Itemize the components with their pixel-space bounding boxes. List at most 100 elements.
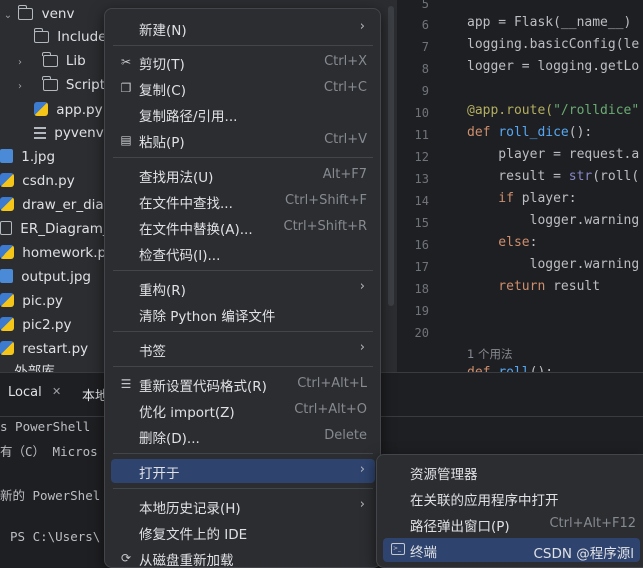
code-text: player: (521, 191, 577, 206)
tree-scrollbar[interactable] (385, 0, 397, 372)
chevron-right-icon: › (359, 462, 365, 477)
python-file-icon (0, 317, 14, 331)
code-line: result = str(roll( (467, 169, 639, 184)
submenu-item-associated-app[interactable]: 在关联的应用程序中打开 (383, 486, 640, 510)
line-number: 19 (414, 304, 429, 318)
chevron-right-icon: › (359, 19, 365, 34)
tree-item-lib[interactable]: › Lib (14, 49, 86, 73)
code-line: logger = logging.getLo (467, 59, 640, 74)
python-file-icon (0, 341, 14, 355)
menu-item-new[interactable]: 新建(N) › (111, 16, 375, 40)
paste-icon: ▤ (120, 133, 132, 147)
python-file-icon (0, 197, 14, 211)
folder-icon (17, 5, 34, 20)
menu-item-open-in[interactable]: 打开于 › (111, 459, 375, 483)
menu-item-local-history[interactable]: 本地历史记录(H) › (111, 494, 375, 518)
menu-item-optimize-imports[interactable]: 优化 import(Z) Ctrl+Alt+O (111, 398, 375, 422)
code-text: result = (467, 169, 569, 184)
keyword: if (467, 191, 522, 206)
submenu-item-terminal[interactable]: >_ 终端 CSDN @程序源l (383, 538, 640, 562)
folder-icon (42, 76, 58, 91)
tree-item-venv[interactable]: ⌄ venv (2, 2, 74, 26)
line-number: 16 (414, 238, 429, 252)
menu-item-repair-ide[interactable]: 修复文件上的 IDE (111, 520, 375, 544)
tree-item-homework-py[interactable]: homework.py (0, 241, 114, 265)
menu-item-copy-path[interactable]: 复制路径/引用... (111, 102, 375, 126)
python-file-icon (34, 102, 48, 116)
tree-item-scripts[interactable]: › Scripts (14, 73, 112, 97)
menu-item-find-in-files[interactable]: 在文件中查找... Ctrl+Shift+F (111, 189, 375, 213)
terminal-icon: >_ (391, 543, 405, 555)
line-number: 9 (421, 84, 429, 98)
function-name: roll_dice (498, 125, 569, 140)
code-line: def roll(): (467, 365, 553, 372)
menu-separator (113, 331, 373, 332)
tree-item-external-libs[interactable]: 外部库 (0, 360, 55, 372)
menu-item-bookmarks[interactable]: 书签 › (111, 337, 375, 361)
menu-separator (113, 488, 373, 489)
menu-item-delete[interactable]: 删除(D)... Delete (111, 424, 375, 448)
usages-hint[interactable]: 1 个用法 (467, 346, 512, 362)
line-number: 14 (414, 194, 429, 208)
python-file-icon (0, 173, 14, 187)
scrollbar-thumb[interactable] (388, 6, 394, 306)
menu-item-cut[interactable]: ✂ 剪切(T) Ctrl+X (111, 50, 375, 74)
image-file-icon (0, 269, 13, 283)
library-icon (0, 364, 6, 372)
folder-icon (33, 28, 49, 43)
code-line: if player: (467, 191, 577, 206)
menu-item-paste[interactable]: ▤ 粘贴(P) Ctrl+V (111, 128, 375, 152)
menu-separator (113, 45, 373, 46)
chevron-right-icon[interactable]: › (14, 75, 26, 99)
tree-item-1-jpg[interactable]: 1.jpg (0, 145, 55, 169)
code-text: : (529, 235, 538, 250)
chevron-down-icon[interactable]: ⌄ (2, 4, 14, 28)
menu-item-clean-python[interactable]: 清除 Python 编译文件 (111, 302, 375, 326)
tree-item-include[interactable]: Include (33, 25, 106, 49)
code-line: logging.basicConfig(le (467, 37, 640, 52)
menu-item-reload-from-disk[interactable]: ⟳ 从磁盘重新加载 (111, 546, 375, 567)
code-text: (): (568, 125, 593, 140)
tree-item-pic2-py[interactable]: pic2.py (0, 313, 71, 337)
tree-item-app-py[interactable]: app.py (34, 98, 103, 122)
tree-item-restart-py[interactable]: restart.py (0, 337, 88, 361)
terminal-prompt: PS C:\Users\ (10, 529, 101, 544)
tree-item-pyvenv[interactable]: pyvenv.c (34, 121, 114, 145)
code-line: app = Flask(__name__) (467, 15, 632, 30)
config-file-icon (34, 127, 46, 139)
tree-item-output-jpg[interactable]: output.jpg (0, 265, 91, 289)
menu-separator (113, 157, 373, 158)
line-number-gutter: 5 6 7 8 9 10 11 12 13 14 15 16 17 18 19 … (397, 0, 459, 372)
open-in-submenu: 资源管理器 在关联的应用程序中打开 路径弹出窗口(P) Ctrl+Alt+F12… (376, 454, 643, 568)
reload-icon: ⟳ (120, 551, 132, 565)
code-text: (): (530, 365, 553, 372)
submenu-item-explorer[interactable]: 资源管理器 (383, 460, 640, 484)
menu-item-replace-in-files[interactable]: 在文件中替换(A)... Ctrl+Shift+R (111, 215, 375, 239)
line-number: 15 (414, 216, 429, 230)
tab-local[interactable]: Local (8, 385, 42, 400)
menu-item-reformat-code[interactable]: ☰ 重新设置代码格式(R) Ctrl+Alt+L (111, 372, 375, 396)
code-editor[interactable]: 5 6 7 8 9 10 11 12 13 14 15 16 17 18 19 … (397, 0, 643, 372)
terminal-line: 新的 PowerShel (0, 488, 101, 503)
code-line: logger.warning (467, 213, 640, 228)
code-text: (roll( (592, 169, 640, 184)
line-number: 10 (414, 106, 429, 120)
line-number: 17 (414, 260, 429, 274)
menu-item-find-usages[interactable]: 查找用法(U) Alt+F7 (111, 163, 375, 187)
line-number: 12 (414, 150, 429, 164)
code-text: result (553, 279, 601, 294)
submenu-item-path-popup[interactable]: 路径弹出窗口(P) Ctrl+Alt+F12 (383, 512, 640, 536)
close-icon[interactable]: ✕ (52, 385, 61, 398)
menu-item-inspect-code[interactable]: 检查代码(I)... (111, 241, 375, 265)
keyword: else (467, 235, 530, 250)
folder-icon (42, 52, 58, 67)
keyword: def (467, 365, 498, 372)
cut-icon: ✂ (120, 55, 132, 69)
menu-item-refactor[interactable]: 重构(R) › (111, 276, 375, 300)
line-number: 8 (421, 62, 429, 76)
tree-item-csdn-py[interactable]: csdn.py (0, 169, 75, 193)
menu-item-copy[interactable]: ❐ 复制(C) Ctrl+C (111, 76, 375, 100)
chevron-right-icon[interactable]: › (14, 51, 26, 75)
tree-item-pic-py[interactable]: pic.py (0, 289, 63, 313)
string-literal: "/rolldice" (553, 103, 640, 118)
